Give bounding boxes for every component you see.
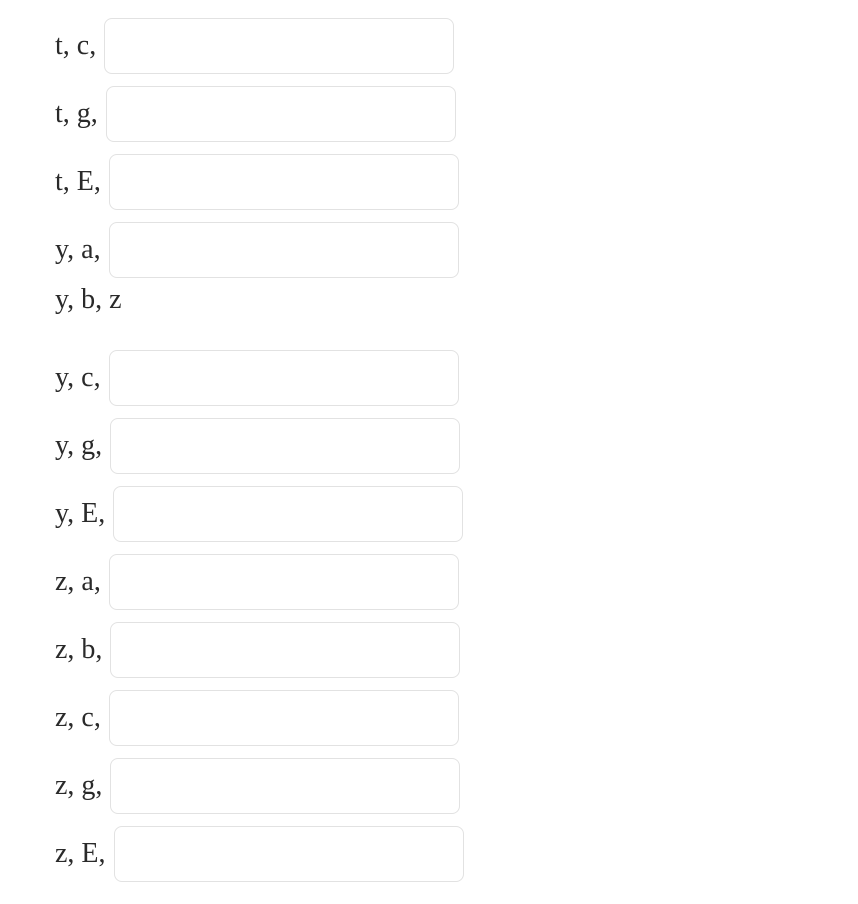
label-y-c: y, c, bbox=[55, 362, 101, 394]
label-y-E: y, E, bbox=[55, 498, 105, 530]
input-z-c[interactable] bbox=[109, 690, 459, 746]
input-t-E[interactable] bbox=[109, 154, 459, 210]
row-t-c: t, c, bbox=[55, 12, 858, 80]
row-z-E: z, E, bbox=[55, 820, 858, 888]
row-y-E: y, E, bbox=[55, 480, 858, 548]
row-t-E: t, E, bbox=[55, 148, 858, 216]
input-y-c[interactable] bbox=[109, 350, 459, 406]
row-t-g: t, g, bbox=[55, 80, 858, 148]
label-y-g: y, g, bbox=[55, 430, 102, 462]
row-z-g: z, g, bbox=[55, 752, 858, 820]
row-y-b-z: y, b, z bbox=[55, 284, 858, 344]
row-y-c: y, c, bbox=[55, 344, 858, 412]
label-y-b-z: y, b, z bbox=[55, 284, 122, 316]
input-z-b[interactable] bbox=[110, 622, 460, 678]
row-z-a: z, a, bbox=[55, 548, 858, 616]
input-y-E[interactable] bbox=[113, 486, 463, 542]
row-z-b: z, b, bbox=[55, 616, 858, 684]
label-z-a: z, a, bbox=[55, 566, 101, 598]
input-y-a[interactable] bbox=[109, 222, 459, 278]
input-z-a[interactable] bbox=[109, 554, 459, 610]
label-z-E: z, E, bbox=[55, 838, 106, 870]
label-t-g: t, g, bbox=[55, 98, 98, 130]
label-z-b: z, b, bbox=[55, 634, 102, 666]
row-y-a: y, a, bbox=[55, 216, 858, 284]
input-t-g[interactable] bbox=[106, 86, 456, 142]
label-t-c: t, c, bbox=[55, 30, 96, 62]
input-z-E[interactable] bbox=[114, 826, 464, 882]
input-z-g[interactable] bbox=[110, 758, 460, 814]
label-z-g: z, g, bbox=[55, 770, 102, 802]
input-t-c[interactable] bbox=[104, 18, 454, 74]
label-t-E: t, E, bbox=[55, 166, 101, 198]
label-y-a: y, a, bbox=[55, 234, 101, 266]
form-container: t, c, t, g, t, E, y, a, y, b, z y, c, y,… bbox=[0, 0, 858, 888]
row-y-g: y, g, bbox=[55, 412, 858, 480]
row-z-c: z, c, bbox=[55, 684, 858, 752]
input-y-g[interactable] bbox=[110, 418, 460, 474]
label-z-c: z, c, bbox=[55, 702, 101, 734]
